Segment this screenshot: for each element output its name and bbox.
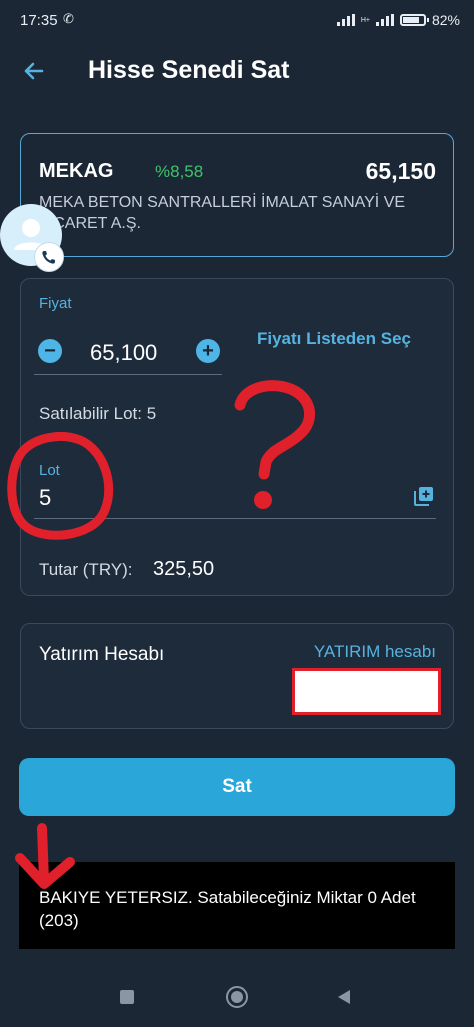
stock-symbol: MEKAG (39, 160, 114, 182)
phone-icon (34, 242, 64, 272)
battery-percent: 82% (431, 12, 460, 28)
lot-input-underline (34, 518, 436, 519)
sellable-lot: Satılabilir Lot: 5 (39, 404, 157, 423)
page-title: Hisse Senedi Sat (88, 56, 290, 84)
arrow-left-icon[interactable] (18, 55, 50, 87)
amount-value: 325,50 (153, 558, 215, 580)
account-type-link[interactable]: YATIRIM hesabı (314, 642, 436, 662)
recent-apps-button[interactable] (120, 990, 134, 1004)
price-input-underline (34, 374, 222, 375)
lot-input[interactable]: 5 (39, 485, 51, 511)
plus-icon: + (202, 340, 214, 362)
status-indicators: H+ 82% (336, 12, 460, 28)
phone-call-icon: ✆ (63, 11, 74, 26)
sell-button[interactable]: Sat (19, 758, 455, 816)
add-box-icon[interactable] (414, 486, 434, 506)
minus-icon: − (44, 340, 56, 362)
signal-icon (336, 14, 355, 26)
redacted-account-number (292, 668, 441, 715)
order-form-card (20, 278, 454, 596)
error-message: BAKIYE YETERSIZ. Satabileceğiniz Miktar … (39, 888, 416, 930)
back-button[interactable] (338, 990, 350, 1004)
stock-price: 65,150 (365, 158, 436, 184)
amount-label: Tutar (TRY): (39, 560, 133, 579)
select-price-from-list-link[interactable]: Fiyatı Listeden Seç (257, 329, 411, 349)
lot-label: Lot (39, 462, 60, 479)
stock-change: %8,58 (155, 162, 204, 181)
signal-icon-2 (375, 14, 394, 26)
decrease-price-button[interactable]: − (38, 339, 62, 363)
status-time: 17:35 (20, 12, 58, 29)
increase-price-button[interactable]: + (196, 339, 220, 363)
home-button[interactable] (226, 986, 248, 1008)
battery-icon (399, 14, 429, 26)
account-label: Yatırım Hesabı (39, 644, 165, 665)
network-type: H+ (360, 16, 370, 24)
price-input[interactable]: 65,100 (90, 340, 157, 366)
price-label: Fiyat (39, 295, 72, 312)
stock-name: MEKA BETON SANTRALLERİ İMALAT SANAYİ VE … (39, 194, 406, 232)
